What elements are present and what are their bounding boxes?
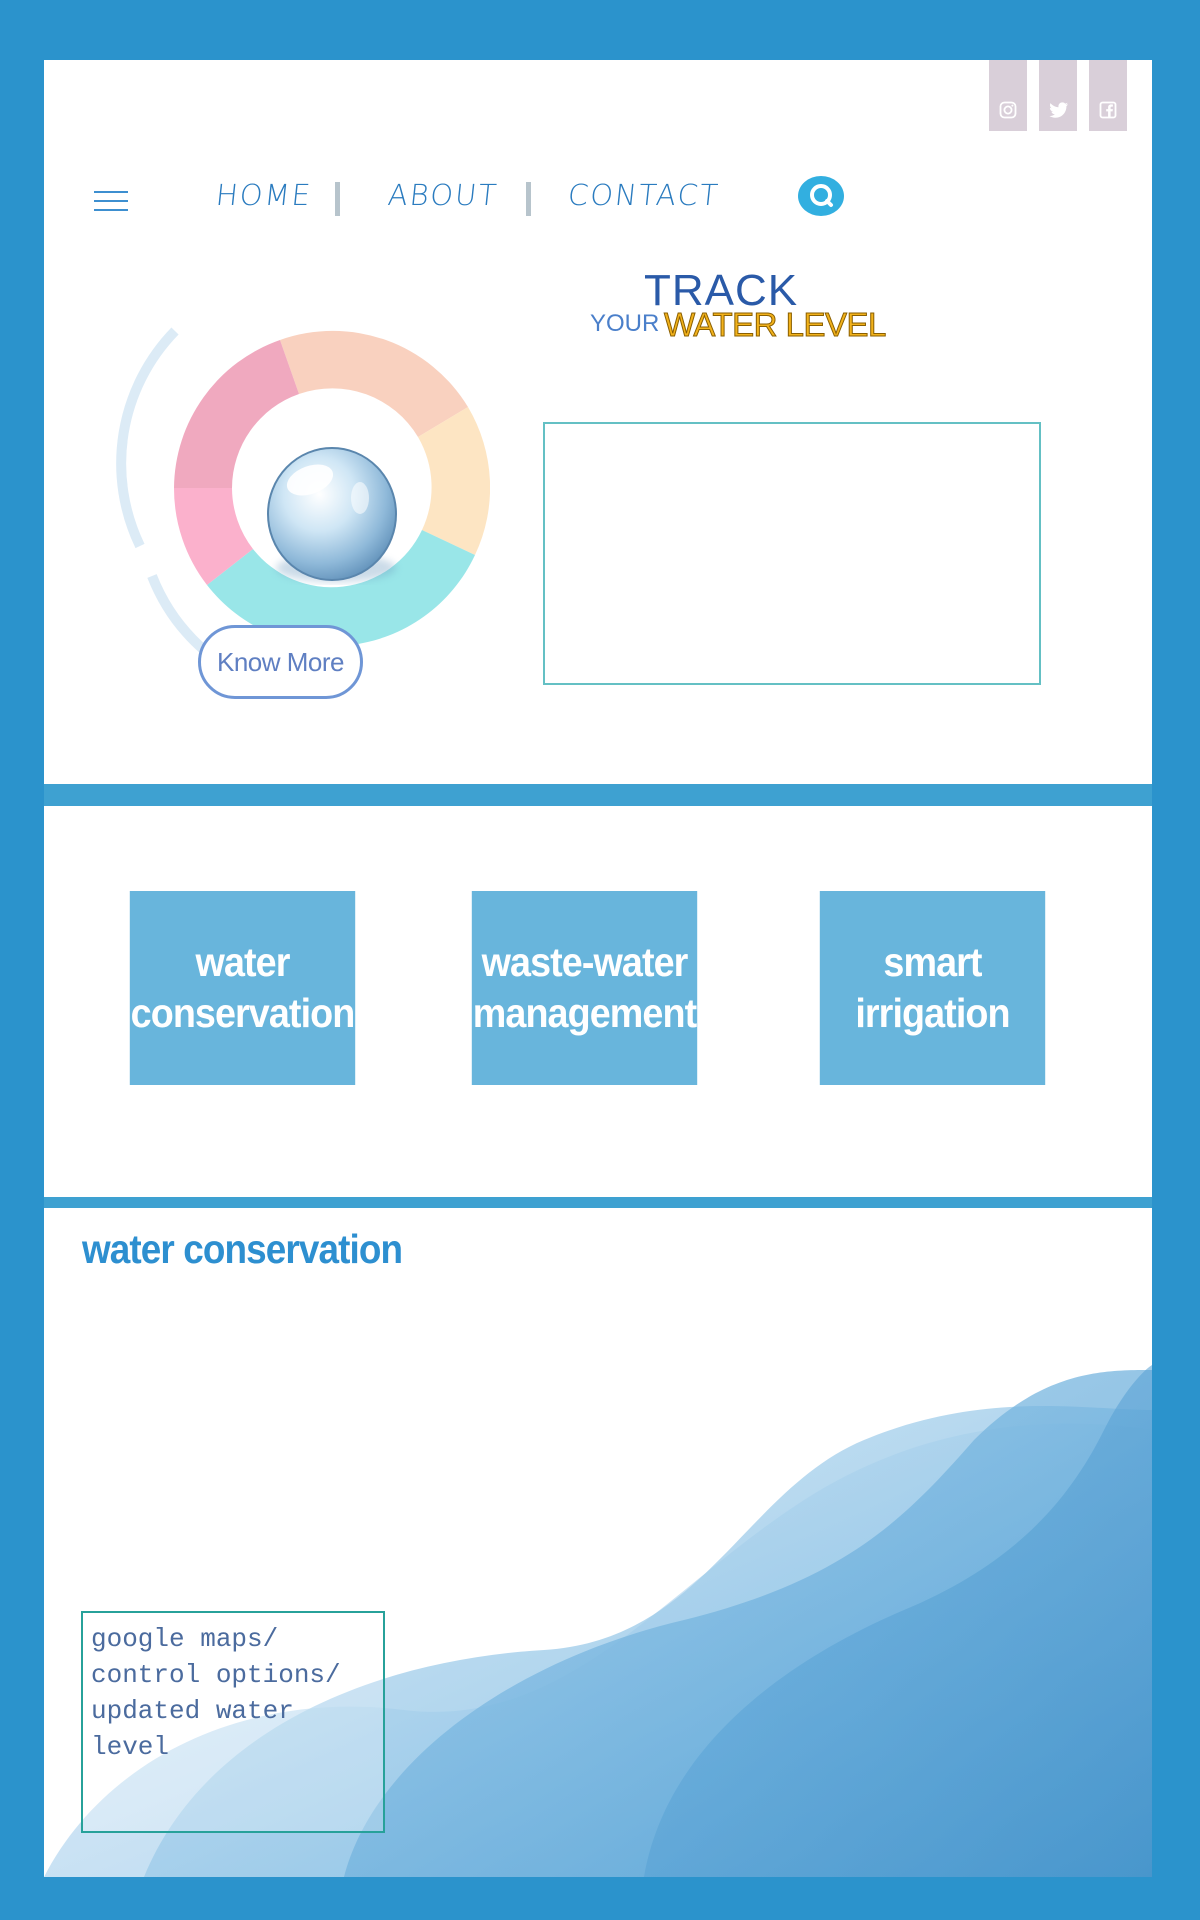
nav-separator (526, 182, 531, 216)
page-canvas: HOME ABOUT CONTACT Know More TRACK YOUR … (44, 60, 1152, 1877)
nav-home-link[interactable]: HOME (214, 178, 314, 212)
search-button[interactable] (798, 176, 844, 216)
facebook-button[interactable] (1089, 60, 1127, 131)
tile-label-line: management (472, 990, 697, 1036)
section-divider (44, 784, 1152, 806)
tile-label-line: waste-water (481, 939, 689, 985)
twitter-icon (1049, 102, 1068, 118)
water-level-display-panel (543, 422, 1041, 685)
maps-panel-line: google maps/ (91, 1624, 279, 1654)
tile-label-line: smart (883, 939, 982, 985)
instagram-button[interactable] (989, 60, 1027, 131)
nav-about-link[interactable]: ABOUT (386, 178, 500, 212)
maps-panel-line: control options/ (91, 1660, 341, 1690)
maps-controls-panel: google maps/ control options/ updated wa… (81, 1611, 385, 1833)
know-more-button[interactable]: Know More (198, 625, 363, 699)
instagram-icon (999, 101, 1017, 119)
facebook-icon (1099, 101, 1117, 119)
hero-title-water-level: WATER LEVEL (664, 306, 887, 344)
tile-label-line: irrigation (855, 990, 1010, 1036)
tile-label-line: conservation (130, 990, 356, 1036)
search-icon (810, 184, 833, 207)
nav-contact-link[interactable]: CONTACT (566, 178, 721, 212)
tile-water-conservation[interactable]: water conservation (129, 891, 356, 1085)
water-level-donut-graphic (116, 327, 490, 654)
tile-smart-irrigation[interactable]: smart irrigation (819, 891, 1046, 1085)
hamburger-icon[interactable] (94, 191, 128, 211)
twitter-button[interactable] (1039, 60, 1077, 131)
hero-title-your: YOUR (590, 310, 660, 337)
section-divider (44, 1197, 1152, 1208)
tile-label-line: water (195, 939, 291, 985)
nav-separator (335, 182, 340, 216)
section-title: water conservation (82, 1226, 403, 1272)
maps-panel-line: updated water (91, 1696, 294, 1726)
tile-waste-water-management[interactable]: waste-water management (471, 891, 698, 1085)
maps-panel-line: level (91, 1732, 170, 1762)
